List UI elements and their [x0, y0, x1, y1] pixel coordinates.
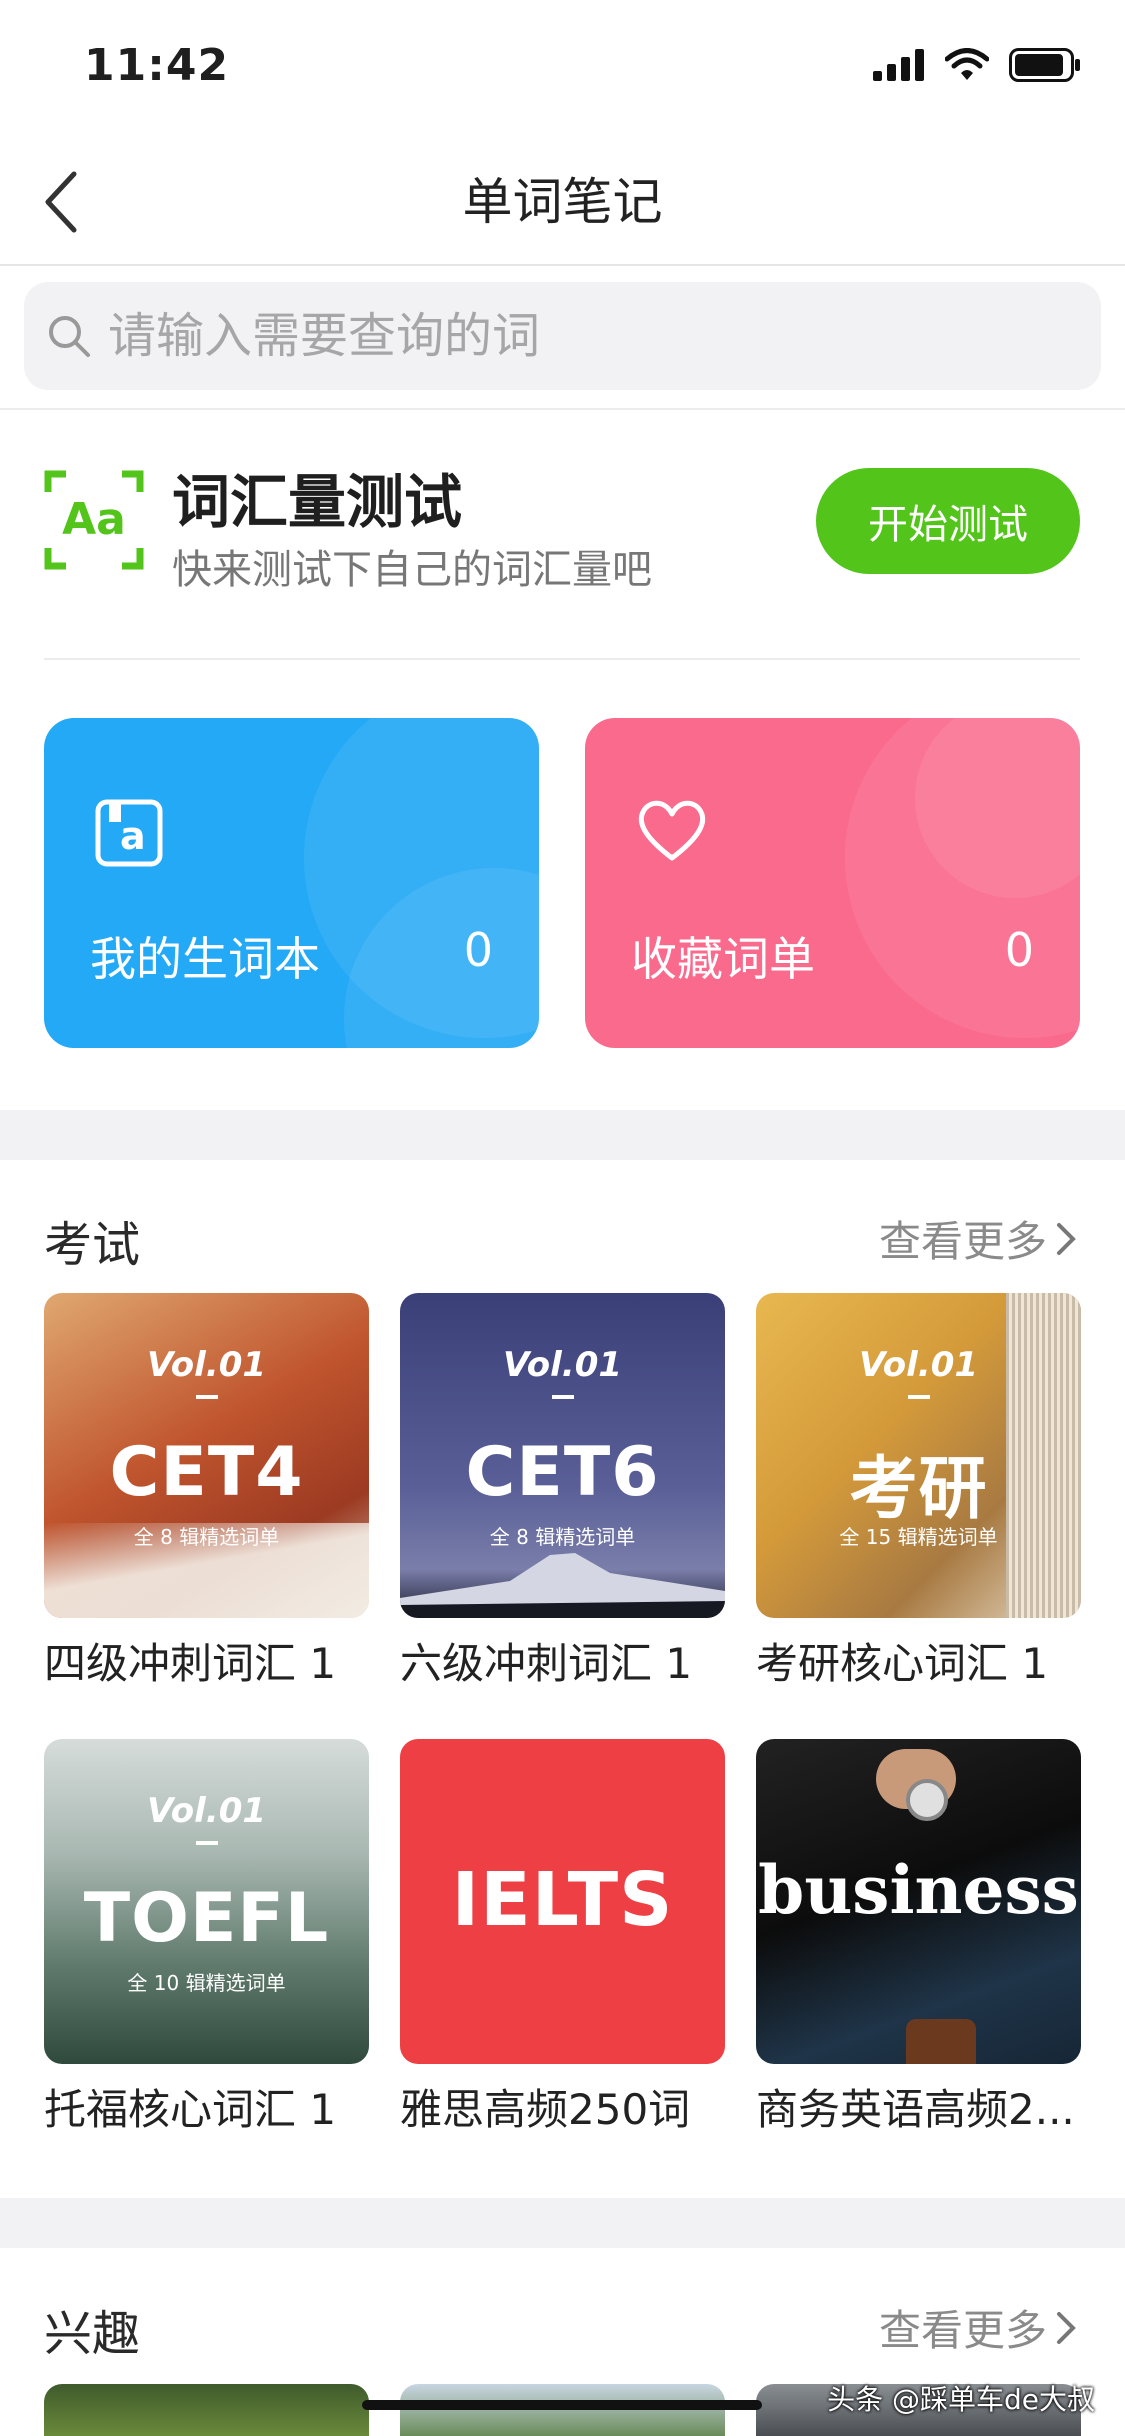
- interest-tile[interactable]: [400, 2384, 725, 2436]
- wordlist-tile-cet6[interactable]: Vol.01 CET6 全 8 辑精选词单: [400, 1293, 725, 1618]
- wordbook-icon: a: [94, 798, 164, 872]
- wordbook-icon-text: a: [120, 814, 146, 858]
- section-separator: [0, 2198, 1125, 2248]
- status-icons: [873, 48, 1081, 82]
- nav-bar: 单词笔记: [0, 140, 1125, 266]
- section-separator: [0, 1110, 1125, 1160]
- battery-icon: [1009, 48, 1080, 82]
- vocab-test-subtitle: 快来测试下自己的词汇量吧: [172, 547, 652, 593]
- tile-title: CET4: [109, 1433, 304, 1512]
- exam-section-title: 考试: [44, 1217, 141, 1273]
- tile-caption: 六级冲刺词汇 1: [400, 1639, 693, 1688]
- tile-vol-label: Vol.01: [858, 1345, 979, 1385]
- tile-title: CET6: [465, 1433, 660, 1512]
- chevron-left-icon: [45, 171, 77, 233]
- tile-caption: 四级冲刺词汇 1: [44, 1639, 337, 1688]
- search-section: [0, 266, 1125, 410]
- tile-caption: 托福核心词汇 1: [44, 2085, 337, 2134]
- search-icon: [46, 313, 92, 359]
- signal-icon: [873, 49, 924, 81]
- favorites-label: 收藏词单: [631, 932, 815, 986]
- tile-caption: 商务英语高频2...: [756, 2085, 1075, 2134]
- tile-title: 考研: [849, 1450, 988, 1529]
- exam-more-link[interactable]: 查看更多: [879, 1208, 1077, 1269]
- wordlist-tile-toefl[interactable]: Vol.01 TOEFL 全 10 辑精选词单: [44, 1739, 369, 2064]
- tile-subtitle: 全 8 辑精选词单: [489, 1525, 636, 1549]
- tile-title: IELTS: [451, 1857, 674, 1943]
- watermark: 头条 @踩单车de大叔: [827, 2383, 1095, 2416]
- search-input[interactable]: [106, 307, 1010, 365]
- tile-vol-label: Vol.01: [502, 1345, 623, 1385]
- heart-icon: [635, 798, 709, 868]
- tile-vol-label: Vol.01: [146, 1791, 267, 1831]
- favorites-card[interactable]: 收藏词单 0: [585, 718, 1080, 1048]
- tile-caption: 考研核心词汇 1: [756, 1639, 1049, 1688]
- back-button[interactable]: [30, 164, 90, 240]
- tile-caption: 雅思高频250词: [400, 2085, 691, 2134]
- tile-subtitle: 全 15 辑精选词单: [839, 1525, 998, 1549]
- exam-more-label: 查看更多: [878, 1217, 1047, 1266]
- tile-title: TOEFL: [83, 1879, 330, 1958]
- start-test-button[interactable]: 开始测试: [816, 468, 1080, 574]
- wordlist-tile-cet4[interactable]: Vol.01 CET4 全 8 辑精选词单: [44, 1293, 369, 1618]
- interest-section-title: 兴趣: [44, 2306, 141, 2362]
- chevron-right-icon: [1057, 2311, 1076, 2344]
- vocab-test-title: 词汇量测试: [172, 468, 463, 536]
- vol-underline: [196, 1395, 218, 1399]
- tile-title: business: [758, 1851, 1079, 1929]
- search-bar[interactable]: [24, 282, 1101, 390]
- divider: [44, 658, 1080, 660]
- wordlist-tile-ielts[interactable]: IELTS: [400, 1739, 725, 2064]
- wordlist-tile-kaoyan[interactable]: Vol.01 考研 全 15 辑精选词单: [756, 1293, 1081, 1618]
- wifi-icon: [945, 48, 989, 80]
- vol-underline: [552, 1395, 574, 1399]
- new-words-card[interactable]: a 我的生词本 0: [44, 718, 539, 1048]
- tile-vol-label: Vol.01: [146, 1345, 267, 1385]
- status-time: 11:42: [84, 40, 230, 91]
- tile-subtitle: 全 8 辑精选词单: [133, 1525, 280, 1549]
- interest-more-label: 查看更多: [878, 2306, 1047, 2355]
- chevron-right-icon: [1057, 1222, 1076, 1255]
- vocab-test-icon: Aa: [44, 470, 144, 570]
- page-title: 单词笔记: [462, 173, 663, 231]
- new-words-count: 0: [463, 923, 493, 977]
- favorites-count: 0: [1004, 923, 1034, 977]
- interest-more-link[interactable]: 查看更多: [879, 2297, 1077, 2358]
- vol-underline: [196, 1841, 218, 1845]
- interest-tile[interactable]: [44, 2384, 369, 2436]
- new-words-label: 我的生词本: [90, 932, 320, 986]
- home-indicator: [362, 2400, 762, 2410]
- vocab-test-icon-text: Aa: [62, 494, 126, 545]
- wordlist-tile-business[interactable]: business: [756, 1739, 1081, 2064]
- tile-subtitle: 全 10 辑精选词单: [127, 1971, 286, 1995]
- vol-underline: [908, 1395, 930, 1399]
